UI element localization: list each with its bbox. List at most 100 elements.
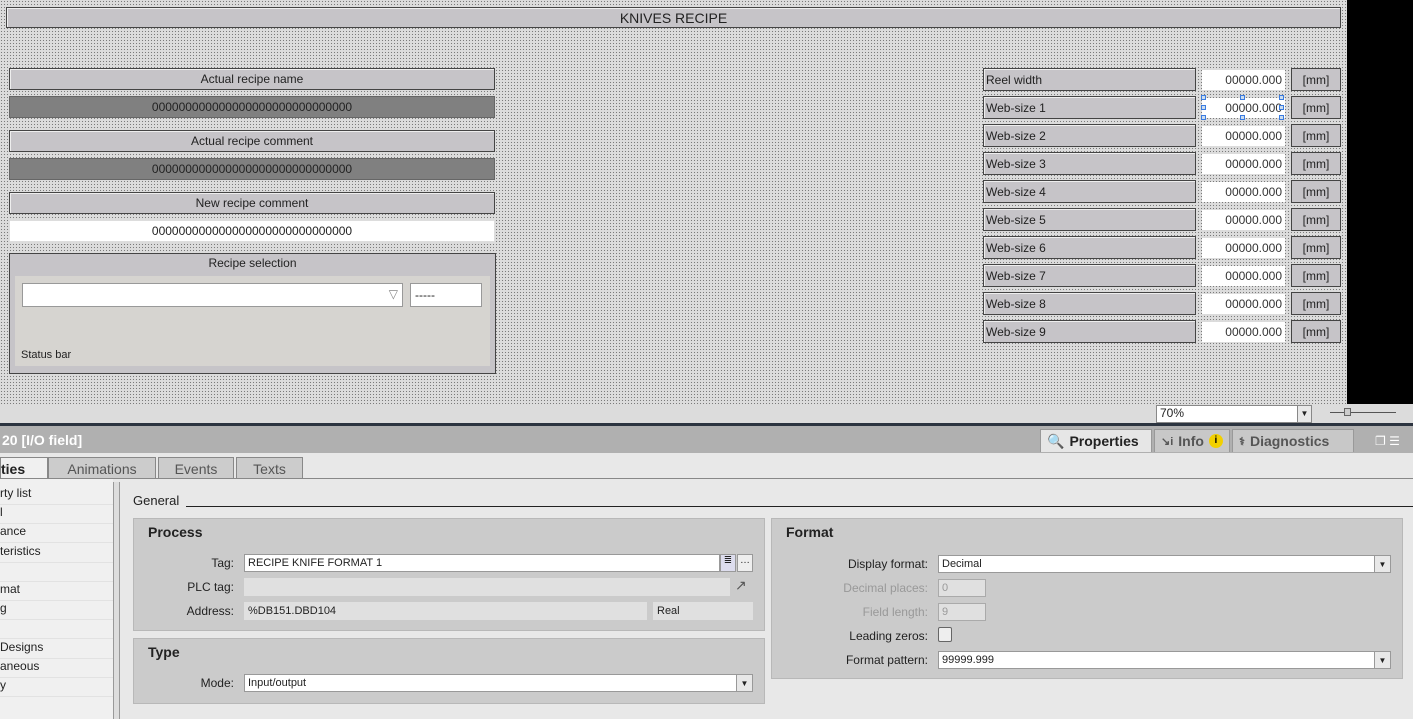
new-recipe-comment-label: New recipe comment <box>9 192 495 214</box>
selection-handle[interactable] <box>1279 95 1284 100</box>
canvas-outside <box>1347 0 1413 404</box>
row-label: Reel width <box>983 68 1196 91</box>
nav-item[interactable]: aneous <box>0 659 113 678</box>
field-length-label: Field length: <box>862 605 928 619</box>
zoom-slider-thumb[interactable] <box>1344 408 1351 416</box>
selection-handle[interactable] <box>1240 95 1245 100</box>
tab-texts[interactable]: Texts <box>236 457 303 479</box>
type-group: Type Mode: Input/output ▼ <box>133 638 765 704</box>
nav-item[interactable]: l <box>0 505 113 525</box>
nav-splitter[interactable] <box>113 482 120 719</box>
nav-item[interactable]: g <box>0 601 113 621</box>
selection-handle[interactable] <box>1201 115 1206 120</box>
recipe-dropdown[interactable]: ▽ <box>22 283 403 307</box>
browse-button[interactable]: … <box>737 554 753 572</box>
new-recipe-comment-field[interactable]: 000000000000000000000000000000 <box>9 220 495 242</box>
format-group: Format Display format: Decimal ▼ Decimal … <box>771 518 1403 679</box>
nav-item[interactable]: teristics <box>0 544 113 563</box>
leading-zeros-checkbox[interactable] <box>938 627 952 642</box>
type-title: Type <box>148 644 180 660</box>
screen-title: KNIVES RECIPE <box>6 7 1341 28</box>
row-label: Web-size 9 <box>983 320 1196 343</box>
nav-item[interactable]: rty list <box>0 486 113 505</box>
decimal-places-stepper: 0 <box>938 579 986 597</box>
tab-diagnostics[interactable]: ⚕ Diagnostics <box>1232 429 1354 452</box>
nav-item[interactable] <box>0 563 113 582</box>
selection-handle[interactable] <box>1201 95 1206 100</box>
row-unit: [mm] <box>1291 236 1341 259</box>
actual-recipe-comment-field[interactable]: 000000000000000000000000000000 <box>9 158 495 180</box>
row-value-field[interactable]: 00000.000 <box>1202 266 1285 286</box>
tab-animations[interactable]: Animations <box>48 457 156 479</box>
row-label: Web-size 5 <box>983 208 1196 231</box>
tag-list-icon[interactable]: ≣ <box>720 554 736 572</box>
mode-value: Input/output <box>248 677 307 689</box>
decimal-places-label: Decimal places: <box>843 581 928 595</box>
tab-events[interactable]: Events <box>158 457 234 479</box>
row-unit: [mm] <box>1291 124 1341 147</box>
tab-properties-inner[interactable]: ties <box>0 457 48 479</box>
format-pattern-select[interactable]: 99999.999 ▼ <box>938 651 1391 669</box>
nav-item[interactable]: mat <box>0 582 113 601</box>
row-label: Web-size 2 <box>983 124 1196 147</box>
row-value-field[interactable]: 00000.000 <box>1202 70 1285 90</box>
row-value-field[interactable]: 00000.000 <box>1202 126 1285 146</box>
row-unit: [mm] <box>1291 96 1341 119</box>
tag-label: Tag: <box>211 556 234 570</box>
recipe-number-field[interactable]: ----- <box>410 283 482 307</box>
decimal-places-value: 0 <box>942 582 949 594</box>
row-unit: [mm] <box>1291 208 1341 231</box>
tab-info[interactable]: ↘i Info i <box>1154 429 1230 452</box>
row-value-field[interactable]: 00000.000 <box>1202 210 1285 230</box>
zoom-slider[interactable] <box>1330 412 1396 413</box>
format-pattern-value: 99999.999 <box>942 654 994 666</box>
row-value-field[interactable]: 00000.000 <box>1202 322 1285 342</box>
tag-field[interactable]: RECIPE KNIFE FORMAT 1 <box>244 554 720 572</box>
nav-item[interactable]: y <box>0 678 113 697</box>
row-value-field[interactable]: 00000.000 <box>1202 154 1285 174</box>
tab-properties[interactable]: 🔍 Properties <box>1040 429 1152 452</box>
info-arrows-icon: ↘i <box>1161 435 1174 448</box>
row-unit: [mm] <box>1291 68 1341 91</box>
selection-handle[interactable] <box>1201 105 1206 110</box>
display-format-value: Decimal <box>942 558 982 570</box>
property-nav: rty list l ance teristics mat g Designs aneous y <box>0 479 113 719</box>
mode-label: Mode: <box>200 676 234 690</box>
selection-handle[interactable] <box>1240 115 1245 120</box>
chevron-down-icon: ▽ <box>388 287 398 301</box>
diagnostics-icon: ⚕ <box>1239 435 1245 448</box>
selection-handle[interactable] <box>1279 105 1284 110</box>
go-to-arrow-icon[interactable]: ↗ <box>735 577 747 594</box>
plc-tag-field <box>244 578 730 596</box>
address-label: Address: <box>186 604 234 618</box>
row-unit: [mm] <box>1291 264 1341 287</box>
row-label: Web-size 4 <box>983 180 1196 203</box>
actual-recipe-name-label: Actual recipe name <box>9 68 495 90</box>
row-label: Web-size 1 <box>983 96 1196 119</box>
row-value-field[interactable]: 00000.000 <box>1202 182 1285 202</box>
format-title: Format <box>786 524 834 540</box>
row-label: Web-size 3 <box>983 152 1196 175</box>
mode-select[interactable]: Input/output ▼ <box>244 674 753 692</box>
selection-handle[interactable] <box>1279 115 1284 120</box>
window-layout-icon[interactable]: ❐ ☰ <box>1375 434 1400 448</box>
field-length-value: 9 <box>942 606 949 618</box>
row-value-field[interactable]: 00000.000 <box>1202 294 1285 314</box>
row-label: Web-size 8 <box>983 292 1196 315</box>
chevron-down-icon: ▼ <box>736 675 752 691</box>
zoom-value: 70% <box>1160 406 1185 420</box>
row-unit: [mm] <box>1291 152 1341 175</box>
tab-label: Properties <box>1069 433 1139 449</box>
chevron-down-icon: ▼ <box>1297 406 1311 422</box>
actual-recipe-name-field[interactable]: 000000000000000000000000000000 <box>9 96 495 118</box>
status-bar: Status bar <box>21 349 72 361</box>
nav-item[interactable]: Designs <box>0 640 113 659</box>
recipe-selection-label: Recipe selection <box>208 256 297 270</box>
hmi-screen-canvas[interactable]: KNIVES RECIPE Actual recipe name 0000000… <box>0 0 1347 404</box>
nav-item[interactable]: ance <box>0 524 113 544</box>
row-value-field[interactable]: 00000.000 <box>1202 238 1285 258</box>
nav-item[interactable] <box>0 620 113 640</box>
tab-label: Info <box>1178 433 1204 449</box>
display-format-select[interactable]: Decimal ▼ <box>938 555 1391 573</box>
zoom-select[interactable]: 70% ▼ <box>1156 405 1312 423</box>
